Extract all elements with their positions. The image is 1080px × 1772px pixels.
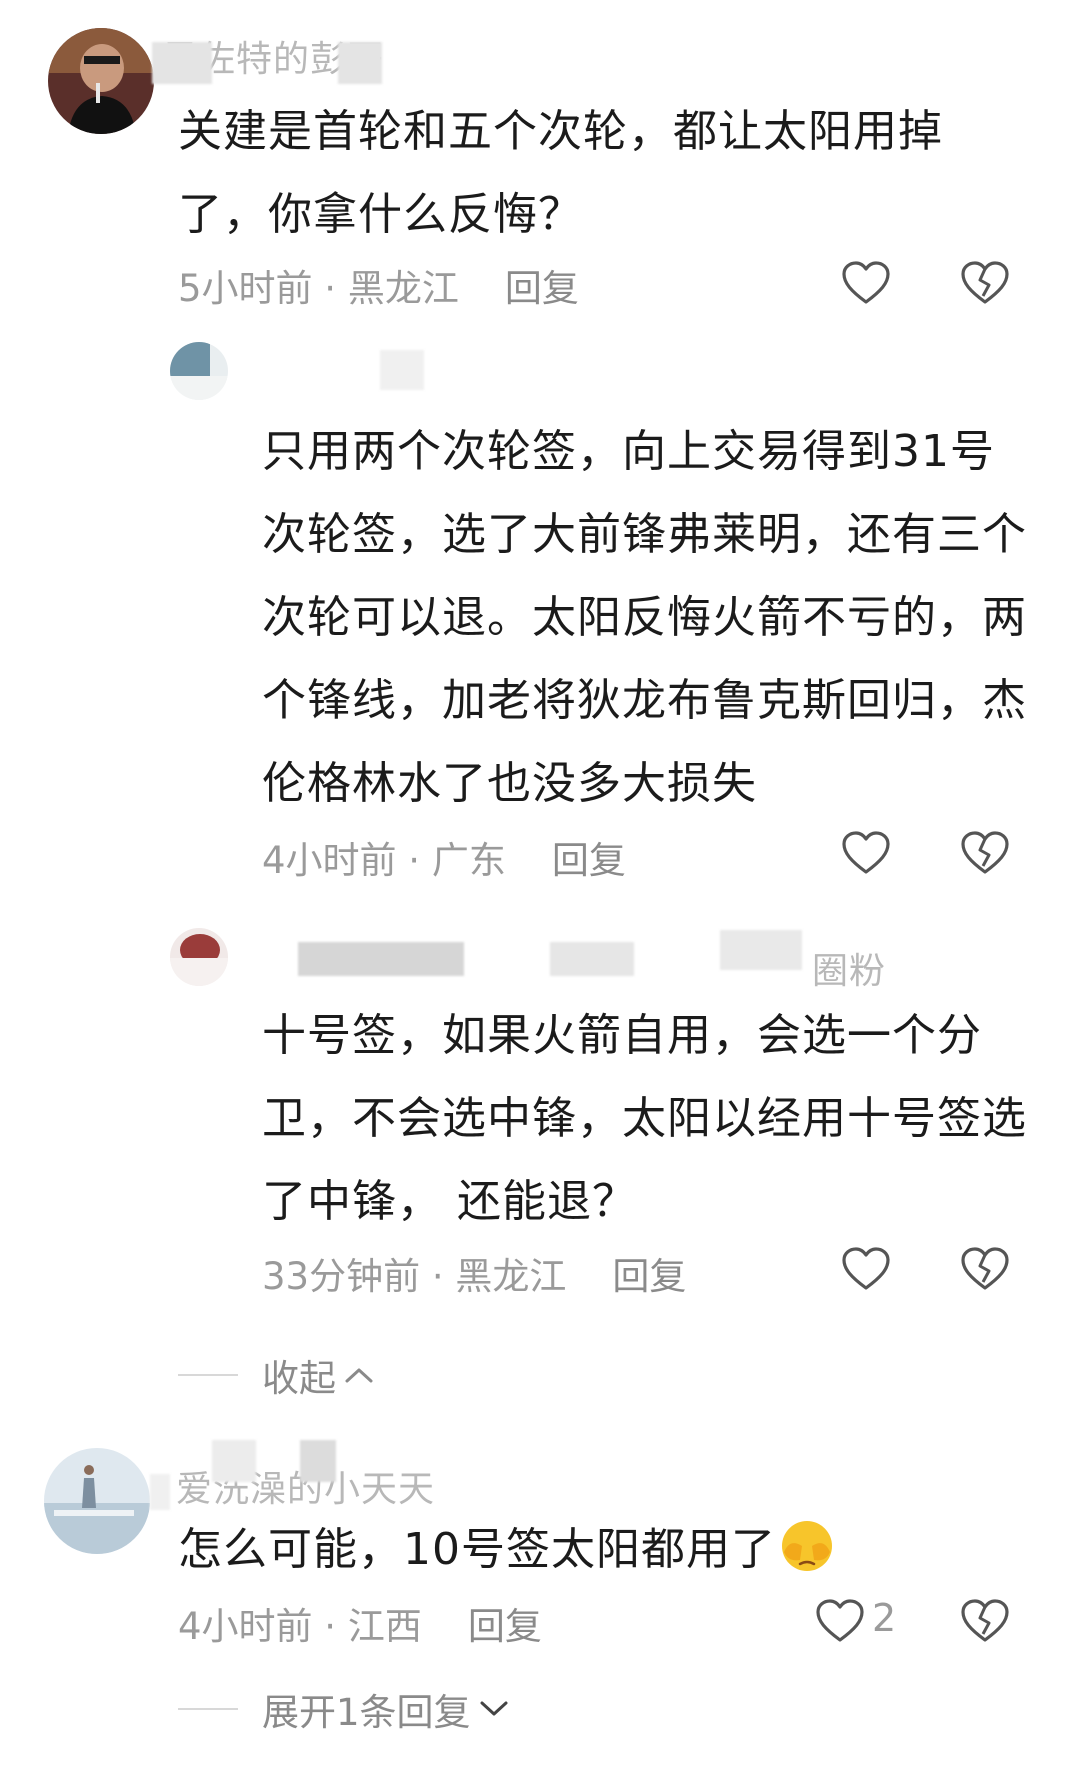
comment-text-line: 卫，不会选中锋，太阳以经用十号签选 [262, 1093, 1027, 1144]
avatar[interactable] [170, 342, 228, 400]
comment-meta: 4小时前 · 广东 回复 [262, 830, 626, 884]
comment-text-line: 了中锋， 还能退？ [262, 1176, 637, 1227]
username-blur [300, 1440, 336, 1482]
comment-text: 只用两个次轮签，向上交易得到31号 次轮签，选了大前锋弗莱明，还有三个 次轮可以… [262, 410, 1062, 825]
comment-text-line: 关建是首轮和五个次轮，都让太阳用掉 [178, 106, 943, 157]
reply-button[interactable]: 回复 [468, 1605, 542, 1648]
meta-separator: · [312, 267, 348, 310]
meta-separator: · [396, 839, 432, 882]
heart-outline-icon[interactable] [815, 1598, 865, 1644]
comment-thread: 黑佐特的彭哥 关建是首轮和五个次轮，都让太阳用掉 了，你拿什么反悔？ 5小时前 … [0, 0, 1080, 1772]
username-blur [720, 930, 802, 970]
meta-separator: · [312, 1605, 348, 1648]
avatar[interactable] [44, 1448, 150, 1554]
username-blur [338, 42, 382, 84]
comment-meta: 4小时前 · 江西 回复 [178, 1596, 542, 1650]
reply-button[interactable]: 回复 [552, 839, 626, 882]
comment-text-line: 伦格林水了也没多大损失 [262, 758, 757, 809]
expand-replies-button[interactable]: 展开1条回复 [178, 1682, 509, 1736]
comment-text-line: 十号签，如果火箭自用，会选一个分 [262, 1010, 982, 1061]
expand-label: 展开1条回复 [262, 1691, 471, 1734]
broken-heart-icon[interactable] [960, 260, 1010, 306]
username-blur [152, 42, 212, 84]
comment-time: 4小时前 [262, 839, 397, 882]
username[interactable]: 圈粉 [812, 942, 886, 994]
username-blur [150, 1474, 170, 1510]
comment-text: 十号签，如果火箭自用，会选一个分 卫，不会选中锋，太阳以经用十号签选 了中锋， … [262, 994, 1062, 1243]
username-blur [212, 1440, 256, 1482]
username-blur [380, 350, 424, 390]
collapse-replies-button[interactable]: 收起 [178, 1348, 374, 1402]
heart-outline-icon[interactable] [841, 260, 891, 306]
comment-text-line: 个锋线，加老将狄龙布鲁克斯回归，杰 [262, 675, 1027, 726]
comment-location: 广东 [431, 839, 506, 882]
avatar[interactable] [48, 28, 154, 134]
divider-line [178, 1374, 238, 1376]
divider-line [178, 1708, 238, 1710]
reply-item: 圈粉 十号签，如果火箭自用，会选一个分 卫，不会选中锋，太阳以经用十号签选 了中… [0, 920, 1080, 1300]
comment-time: 4小时前 [178, 1605, 313, 1648]
collapse-label: 收起 [262, 1357, 336, 1400]
comment-text-line: 次轮签，选了大前锋弗莱明，还有三个 [262, 509, 1027, 560]
username-blur [550, 942, 634, 976]
heart-outline-icon[interactable] [841, 1246, 891, 1292]
heart-outline-icon[interactable] [841, 830, 891, 876]
comment-text-line: 次轮可以退。太阳反悔火箭不亏的，两 [262, 592, 1027, 643]
comment-location: 江西 [347, 1605, 422, 1648]
comment-meta: 5小时前 · 黑龙江 回复 [178, 258, 579, 312]
meta-separator: · [420, 1255, 456, 1298]
chevron-up-icon [345, 1368, 373, 1383]
reply-button[interactable]: 回复 [612, 1255, 686, 1298]
broken-heart-icon[interactable] [960, 830, 1010, 876]
comment-text: 怎么可能，10号签太阳都用了 [178, 1508, 1028, 1591]
comment-item: 黑佐特的彭哥 关建是首轮和五个次轮，都让太阳用掉 了，你拿什么反悔？ 5小时前 … [0, 0, 1080, 310]
reply-button[interactable]: 回复 [505, 267, 579, 310]
comment-text-line: 怎么可能，10号签太阳都用了 [178, 1524, 776, 1575]
comment-item: 爱洗澡的小天天 怎么可能，10号签太阳都用了 4小时前 · 江西 回复 2 [0, 1440, 1080, 1770]
username-blur [298, 942, 464, 976]
avatar[interactable] [170, 928, 228, 986]
face-covering-eyes-emoji [782, 1521, 832, 1571]
chevron-down-icon [480, 1701, 508, 1716]
comment-time: 33分钟前 [262, 1255, 421, 1298]
broken-heart-icon[interactable] [960, 1246, 1010, 1292]
reply-item: 只用两个次轮签，向上交易得到31号 次轮签，选了大前锋弗莱明，还有三个 次轮可以… [0, 330, 1080, 890]
comment-time: 5小时前 [178, 267, 313, 310]
comment-text: 关建是首轮和五个次轮，都让太阳用掉 了，你拿什么反悔？ [178, 90, 1028, 256]
comment-text-line: 了，你拿什么反悔？ [178, 189, 583, 240]
like-count: 2 [872, 1596, 897, 1640]
comment-location: 黑龙江 [347, 267, 459, 310]
comment-location: 黑龙江 [455, 1255, 567, 1298]
comment-text-line: 只用两个次轮签，向上交易得到31号 [262, 426, 995, 477]
comment-meta: 33分钟前 · 黑龙江 回复 [262, 1246, 686, 1300]
broken-heart-icon[interactable] [960, 1598, 1010, 1644]
